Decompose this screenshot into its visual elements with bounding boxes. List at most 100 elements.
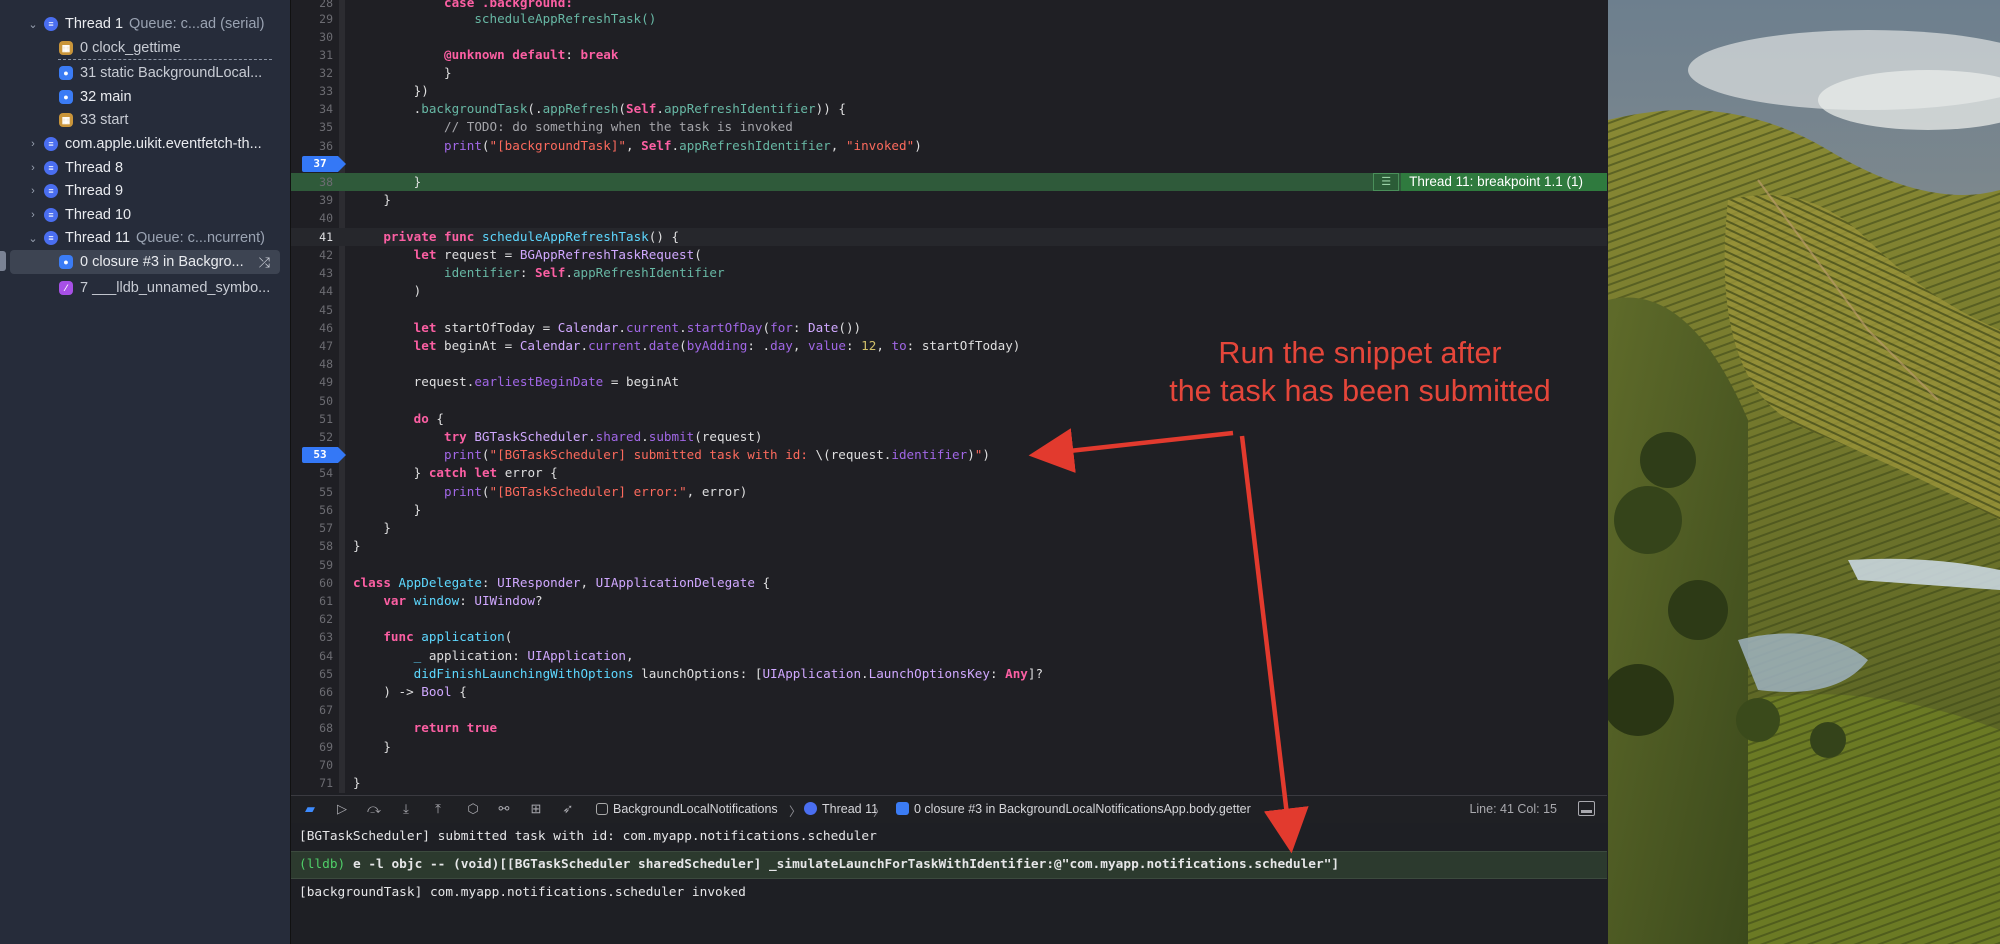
thread-label: com.apple.uikit.eventfetch-th... — [65, 136, 262, 152]
thread-label: Thread 8 — [65, 160, 124, 176]
scroll-indicator[interactable] — [0, 251, 6, 271]
thread-row-8[interactable]: › ≡ Thread 8 — [0, 156, 290, 180]
annotation-line-1: Run the snippet after — [1218, 336, 1502, 370]
frame-row[interactable]: ⁄ 7 ___lldb_unnamed_symbo... — [0, 276, 290, 300]
code-line[interactable]: 63 func application( — [291, 628, 1607, 646]
code-line[interactable]: 70 — [291, 756, 1607, 774]
step-over-icon[interactable]: ⤼ — [365, 800, 383, 818]
thread-icon: ≡ — [44, 137, 58, 151]
panel-toggle-icon[interactable] — [1578, 801, 1595, 816]
breakpoint-lines-icon: ☰ — [1373, 173, 1400, 191]
app-icon — [596, 803, 608, 815]
code-line[interactable]: 59 — [291, 556, 1607, 574]
frame-label: 33 start — [80, 112, 129, 128]
code-line[interactable]: 44 ) — [291, 282, 1607, 300]
user-code-icon: ● — [59, 255, 73, 269]
code-line[interactable]: 52 try BGTaskScheduler.shared.submit(req… — [291, 428, 1607, 446]
code-line[interactable]: 35 // TODO: do something when the task i… — [291, 118, 1607, 136]
annotation-line-2: the task has been submitted — [1169, 374, 1551, 408]
code-line[interactable]: 30 — [291, 28, 1607, 46]
code-line[interactable]: 58} — [291, 537, 1607, 555]
code-line[interactable]: 53 print("[BGTaskScheduler] submitted ta… — [291, 446, 1607, 464]
code-line[interactable]: 43 identifier: Self.appRefreshIdentifier — [291, 264, 1607, 282]
chevron-right-icon[interactable]: › — [27, 162, 39, 174]
code-line[interactable]: 65 didFinishLaunchingWithOptions launchO… — [291, 665, 1607, 683]
breakpoint-badge[interactable]: ☰ Thread 11: breakpoint 1.1 (1) — [1373, 173, 1607, 191]
shuffle-icon[interactable]: ⤮ — [259, 254, 270, 271]
code-line[interactable]: 37 — [291, 155, 1607, 173]
chevron-right-icon[interactable]: › — [27, 138, 39, 150]
thread-queue: Queue: c...ncurrent) — [136, 230, 265, 246]
debug-navigator: ⌄ ≡ Thread 1 Queue: c...ad (serial) ▦ 0 c… — [0, 0, 291, 944]
breadcrumb-project[interactable]: BackgroundLocalNotifications — [596, 802, 778, 816]
chevron-right-icon[interactable]: › — [27, 185, 39, 197]
frame-row[interactable]: ▦ 33 start — [0, 108, 290, 132]
code-line[interactable]: 64 _ application: UIApplication, — [291, 647, 1607, 665]
frame-row[interactable]: ▦ 0 clock_gettime — [0, 36, 290, 60]
code-line[interactable]: 55 print("[BGTaskScheduler] error:", err… — [291, 483, 1607, 501]
code-line[interactable]: 32 } — [291, 64, 1607, 82]
thread-row-11[interactable]: ⌄ ≡ Thread 11 Queue: c...ncurrent) — [0, 226, 290, 250]
code-line[interactable]: 69 } — [291, 738, 1607, 756]
code-line[interactable]: 51 do { — [291, 410, 1607, 428]
breadcrumb-frame[interactable]: 0 closure #3 in BackgroundLocalNotificat… — [896, 802, 1251, 816]
code-line[interactable]: 56 } — [291, 501, 1607, 519]
code-line-current[interactable]: 41 private func scheduleAppRefreshTask()… — [291, 228, 1607, 247]
console-command: e -l objc -- (void)[[BGTaskScheduler sha… — [345, 857, 1340, 872]
chevron-down-icon[interactable]: ⌄ — [27, 18, 39, 31]
code-line[interactable]: 61 var window: UIWindow? — [291, 592, 1607, 610]
code-line[interactable]: 29 scheduleAppRefreshTask() — [291, 10, 1607, 28]
breadcrumb-thread[interactable]: Thread 11 — [804, 802, 878, 816]
breakpoints-toggle-icon[interactable]: ▰ — [301, 800, 319, 818]
step-into-icon[interactable]: ⤓ — [397, 800, 415, 818]
thread-icon — [804, 802, 817, 815]
lldb-prompt: (lldb) — [299, 857, 346, 872]
library-icon: ▦ — [59, 41, 73, 55]
frame-row[interactable]: ● 31 static BackgroundLocal... — [0, 61, 290, 85]
view-hierarchy-icon[interactable]: ⬡ — [464, 800, 482, 818]
chevron-down-icon[interactable]: ⌄ — [27, 232, 39, 245]
code-line[interactable]: 57 } — [291, 519, 1607, 537]
code-line[interactable]: 39 } — [291, 191, 1607, 209]
thread-row-9[interactable]: › ≡ Thread 9 — [0, 179, 290, 203]
thread-row-1[interactable]: ⌄ ≡ Thread 1 Queue: c...ad (serial) — [0, 12, 290, 36]
location-icon[interactable]: ➶ — [559, 800, 577, 818]
debug-bar: ▰ ▷ ⤼ ⤓ ⤒ ⬡ ⚯ ⊞ ➶ BackgroundLocalNotific… — [291, 795, 1607, 824]
console-command-row[interactable]: (lldb) e -l objc -- (void)[[BGTaskSchedu… — [291, 851, 1607, 879]
thread-queue: Queue: c...ad (serial) — [129, 16, 265, 32]
symbol-icon: ⁄ — [59, 281, 73, 295]
thread-label: Thread 1 — [65, 16, 124, 32]
breakpoint-marker[interactable]: 53 — [302, 447, 346, 463]
memory-graph-icon[interactable]: ⚯ — [495, 800, 513, 818]
frame-row-selected[interactable]: ● 0 closure #3 in Backgro... ⤮ — [10, 250, 280, 274]
environment-overrides-icon[interactable]: ⊞ — [527, 800, 545, 818]
code-line[interactable]: 62 — [291, 610, 1607, 628]
code-line[interactable]: 36 print("[backgroundTask]", Self.appRef… — [291, 137, 1607, 155]
chevron-right-icon[interactable]: › — [27, 209, 39, 221]
thread-row-eventfetch[interactable]: › ≡ com.apple.uikit.eventfetch-th... — [0, 132, 290, 156]
code-line[interactable]: 42 let request = BGAppRefreshTaskRequest… — [291, 246, 1607, 264]
code-line[interactable]: 67 — [291, 701, 1607, 719]
code-line[interactable]: 68 return true — [291, 719, 1607, 737]
frame-row[interactable]: ● 32 main — [0, 85, 290, 109]
breadcrumb-separator: 〉 — [789, 805, 802, 819]
code-line[interactable]: 60 class AppDelegate: UIResponder, UIAppl… — [291, 574, 1607, 592]
code-line[interactable]: 54 } catch let error { — [291, 464, 1607, 482]
code-line[interactable]: 31 @unknown default: break — [291, 46, 1607, 64]
code-line[interactable]: 33 }) — [291, 82, 1607, 100]
code-line[interactable]: 40 — [291, 209, 1607, 227]
code-line[interactable]: 45 — [291, 301, 1607, 319]
code-line[interactable]: 34 .backgroundTask(.appRefresh(Self.appR… — [291, 100, 1607, 118]
code-line-breakpoint-hit[interactable]: 38 } ☰ Thread 11: breakpoint 1.1 (1) — [291, 173, 1607, 192]
thread-row-10[interactable]: › ≡ Thread 10 — [0, 203, 290, 227]
debug-console[interactable]: [BGTaskScheduler] submitted task with id… — [291, 823, 1607, 944]
user-code-icon: ● — [59, 90, 73, 104]
line-col-indicator: Line: 41 Col: 15 — [1469, 802, 1557, 816]
thread-label: Thread 10 — [65, 207, 132, 223]
thread-label: Thread 9 — [65, 183, 124, 199]
breakpoint-marker[interactable]: 37 — [302, 156, 346, 172]
step-out-icon[interactable]: ⤒ — [429, 800, 447, 818]
code-line[interactable]: 66 ) -> Bool { — [291, 683, 1607, 701]
code-line[interactable]: 71} — [291, 774, 1607, 792]
continue-icon[interactable]: ▷ — [333, 800, 351, 818]
